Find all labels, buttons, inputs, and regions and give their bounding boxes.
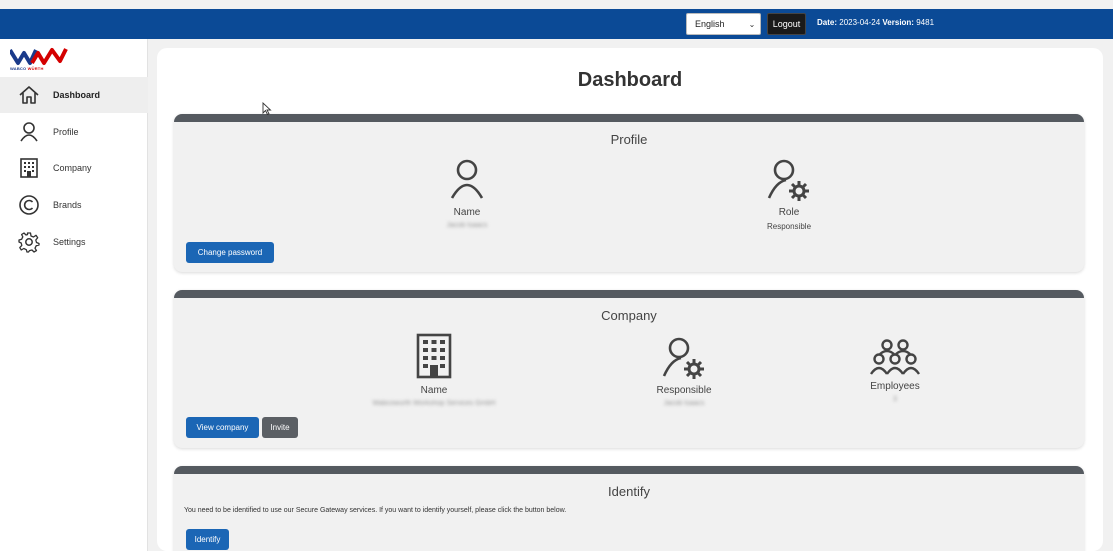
version-value: 9481	[916, 18, 935, 27]
main-content: Dashboard Profile Name Jacob Isaacs Role…	[157, 48, 1103, 551]
profile-name-value: Jacob Isaacs	[446, 222, 488, 229]
company-employees-label: Employees	[870, 381, 920, 392]
company-employees-value: 3	[893, 396, 897, 403]
sidebar-item-company[interactable]: Company	[0, 150, 148, 186]
home-icon	[18, 84, 40, 106]
company-responsible-block: Responsible Jacob Isaacs	[624, 336, 744, 407]
user-gear-icon	[662, 337, 704, 379]
sidebar-item-label: Company	[53, 163, 92, 173]
date-label: Date:	[817, 18, 838, 27]
user-gear-icon	[767, 159, 809, 201]
identify-notice: You need to be identified to use our Sec…	[184, 507, 567, 514]
version-label: Version:	[882, 18, 914, 27]
language-select[interactable]: English ⌄	[686, 13, 761, 35]
profile-name-label: Name	[453, 207, 481, 218]
sidebar-item-brands[interactable]: Brands	[0, 187, 148, 223]
user-icon	[18, 121, 40, 143]
logo-wurth: WÜRTH	[27, 66, 44, 71]
language-select-value: English	[695, 19, 725, 29]
users-group-icon	[870, 339, 920, 375]
building-icon	[18, 157, 40, 179]
sidebar-item-label: Dashboard	[53, 90, 101, 100]
identify-card-title: Identify	[608, 484, 650, 499]
identify-button[interactable]: Identify	[186, 529, 229, 550]
page-title: Dashboard	[577, 69, 683, 91]
mouse-cursor-icon	[262, 102, 272, 116]
gear-icon	[18, 231, 40, 253]
identify-card: Identify You need to be identified to us…	[174, 466, 1084, 551]
view-company-button[interactable]: View company	[186, 417, 259, 438]
invite-button[interactable]: Invite	[262, 417, 298, 438]
sidebar-item-settings[interactable]: Settings	[0, 224, 148, 260]
profile-name-block: Name Jacob Isaacs	[407, 158, 527, 229]
sidebar: WABCO WÜRTH Dashboard Profile Company Br…	[0, 39, 148, 551]
date-value: 2023-04-24	[839, 18, 881, 27]
profile-role-label: Role	[778, 207, 800, 218]
profile-role-block: Role Responsible	[729, 158, 849, 231]
company-card-title: Company	[601, 308, 657, 323]
change-password-button[interactable]: Change password	[186, 242, 274, 263]
profile-card: Profile Name Jacob Isaacs Role Responsib…	[174, 114, 1084, 272]
sidebar-item-dashboard[interactable]: Dashboard	[0, 77, 148, 113]
logout-button[interactable]: Logout	[767, 13, 806, 35]
sidebar-item-label: Profile	[53, 127, 79, 137]
company-name-block: Name Wabcowurth Workshop Services GmbH	[334, 332, 534, 407]
company-employees-block: Employees 3	[835, 338, 955, 403]
company-card: Company Name Wabcowurth Workshop Service…	[174, 290, 1084, 448]
logo-text: WABCO WÜRTH	[10, 66, 44, 71]
logo-wabco: WABCO	[10, 66, 27, 71]
date-version-info: Date: 2023-04-24 Version: 9481	[817, 18, 934, 27]
company-name-value: Wabcowurth Workshop Services GmbH	[372, 400, 496, 407]
company-responsible-value: Jacob Isaacs	[663, 400, 705, 407]
company-responsible-label: Responsible	[656, 385, 712, 396]
top-bar: English ⌄ Logout Date: 2023-04-24 Versio…	[0, 9, 1113, 39]
chevron-down-icon: ⌄	[748, 19, 756, 29]
profile-role-value: Responsible	[766, 222, 812, 231]
profile-card-title: Profile	[610, 132, 648, 147]
sidebar-item-profile[interactable]: Profile	[0, 114, 148, 150]
sidebar-item-label: Settings	[53, 237, 86, 247]
user-icon	[450, 159, 484, 199]
building-icon	[416, 333, 452, 379]
sidebar-item-label: Brands	[53, 200, 82, 210]
copyright-icon	[18, 194, 40, 216]
company-name-label: Name	[420, 385, 448, 396]
